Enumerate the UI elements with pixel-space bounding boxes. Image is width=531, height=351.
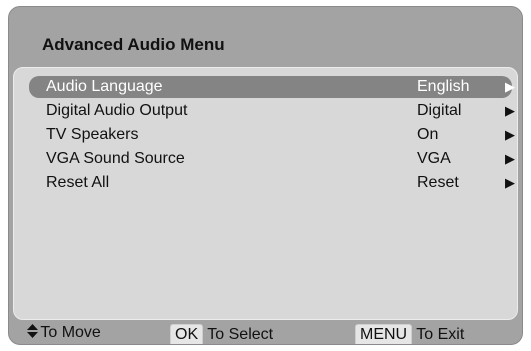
menu-item-value: English — [417, 78, 470, 95]
menu-item-tv-speakers[interactable]: TV Speakers On ▶ — [29, 124, 515, 146]
chevron-right-icon: ▶ — [505, 151, 515, 166]
menu-item-digital-audio-output[interactable]: Digital Audio Output Digital ▶ — [29, 100, 515, 122]
exit-hint: MENU To Exit — [355, 324, 465, 344]
menu-item-reset-all[interactable]: Reset All Reset ▶ — [29, 172, 515, 194]
ok-key-badge: OK — [170, 324, 204, 344]
footer-hints: To Move OK To Select MENU To Exit — [9, 320, 522, 344]
chevron-right-icon: ▶ — [505, 103, 515, 118]
chevron-right-icon: ▶ — [505, 175, 515, 190]
menu-item-vga-sound-source[interactable]: VGA Sound Source VGA ▶ — [29, 148, 515, 170]
osd-window: Advanced Audio Menu Audio Language Engli… — [8, 6, 523, 345]
menu-item-value: Digital — [417, 102, 462, 119]
chevron-right-icon: ▶ — [505, 127, 515, 142]
chevron-right-icon: ▶ — [505, 79, 515, 94]
menu-item-label: Digital Audio Output — [46, 102, 188, 119]
select-hint: OK To Select — [170, 324, 274, 344]
menu-item-audio-language[interactable]: Audio Language English ▶ — [29, 76, 515, 98]
move-hint: To Move — [27, 324, 101, 342]
menu-title: Advanced Audio Menu — [42, 35, 225, 54]
select-hint-label: To Select — [207, 326, 274, 343]
move-hint-label: To Move — [40, 324, 101, 341]
menu-item-value: On — [417, 126, 439, 143]
menu-item-label: Audio Language — [46, 78, 163, 95]
menu-item-value: Reset — [417, 174, 459, 191]
menu-item-label: VGA Sound Source — [46, 150, 185, 167]
menu-item-value: VGA — [417, 150, 451, 167]
up-down-arrows-icon — [27, 324, 40, 340]
menu-key-badge: MENU — [355, 324, 413, 344]
menu-item-label: Reset All — [46, 174, 110, 191]
exit-hint-label: To Exit — [416, 326, 465, 343]
menu-item-label: TV Speakers — [46, 126, 139, 143]
